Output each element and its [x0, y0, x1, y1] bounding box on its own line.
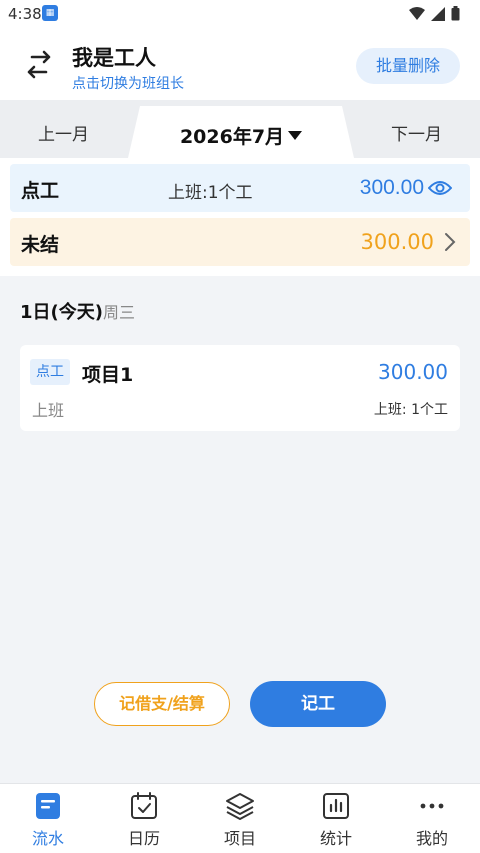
list-doc-icon	[36, 793, 60, 819]
day-date-label: 1日(今天)	[20, 302, 103, 323]
tab-label: 流水	[31, 829, 64, 848]
tab-label: 统计	[319, 829, 352, 848]
app-notification-icon: ▦	[42, 5, 58, 21]
next-month-button[interactable]: 下一月	[391, 120, 442, 145]
tab-wode[interactable]: 我的	[384, 784, 480, 853]
record-kind: 上班	[32, 401, 65, 420]
status-bar: 4:38 ▦	[0, 0, 480, 28]
tab-liushui[interactable]: 流水	[0, 784, 96, 853]
status-time: 4:38	[8, 5, 42, 23]
bar-chart-icon	[323, 793, 349, 819]
tab-rili[interactable]: 日历	[96, 784, 192, 853]
page-title: 我是工人	[72, 46, 156, 70]
unsettled-label: 未结	[21, 234, 60, 256]
tab-label: 我的	[415, 829, 448, 848]
tab-label: 日历	[127, 829, 160, 848]
switch-role-link[interactable]: 点击切换为班组长	[72, 73, 184, 93]
more-dots-icon	[420, 803, 444, 809]
calendar-check-icon	[131, 792, 157, 819]
unsettled-amount: 300.00	[360, 230, 434, 254]
dian-detail: 上班:1个工	[168, 183, 253, 203]
record-detail: 上班: 1个工	[373, 402, 448, 418]
dian-label: 点工	[21, 180, 60, 202]
tab-xiangmu[interactable]: 项目	[192, 784, 288, 853]
signal-icon	[431, 6, 445, 21]
dian-summary-row[interactable]: 点工 上班:1个工 300.00	[10, 164, 470, 212]
tab-label: 项目	[223, 829, 256, 848]
record-card[interactable]: 点工 项目1 300.00 上班 上班: 1个工	[20, 345, 460, 431]
dian-amount: 300.00	[359, 176, 424, 199]
record-type-tag: 点工	[30, 359, 70, 385]
layers-icon	[226, 793, 254, 820]
battery-icon	[451, 6, 460, 21]
switch-role-icon[interactable]	[22, 48, 56, 82]
borrow-settle-button[interactable]: 记借支/结算	[94, 682, 230, 726]
record-project-name: 项目1	[82, 364, 134, 386]
month-nav: 上一月 2026年7月 下一月	[0, 100, 480, 158]
current-month-label: 2026年7月	[179, 126, 285, 148]
prev-month-button[interactable]: 上一月	[38, 120, 89, 145]
current-month-tab[interactable]: 2026年7月	[128, 106, 354, 158]
unsettled-summary-row[interactable]: 未结 300.00	[10, 218, 470, 266]
day-weekday: 周三	[102, 303, 135, 322]
record-work-button[interactable]: 记工	[250, 681, 386, 727]
bottom-tab-bar: 流水 日历 项目 统计 我的	[0, 783, 480, 853]
chevron-right-icon	[445, 233, 456, 251]
day-header: 1日(今天)周三	[20, 298, 135, 324]
month-summary: 点工 上班:1个工 300.00 未结 300.00	[0, 158, 480, 276]
app-header: 我是工人 点击切换为班组长 批量删除	[0, 28, 480, 100]
record-amount: 300.00	[378, 360, 448, 384]
tab-tongji[interactable]: 统计	[288, 784, 384, 853]
batch-delete-button[interactable]: 批量删除	[356, 48, 460, 84]
wifi-icon	[409, 6, 425, 20]
caret-down-icon	[288, 131, 303, 140]
eye-icon[interactable]	[428, 179, 452, 197]
